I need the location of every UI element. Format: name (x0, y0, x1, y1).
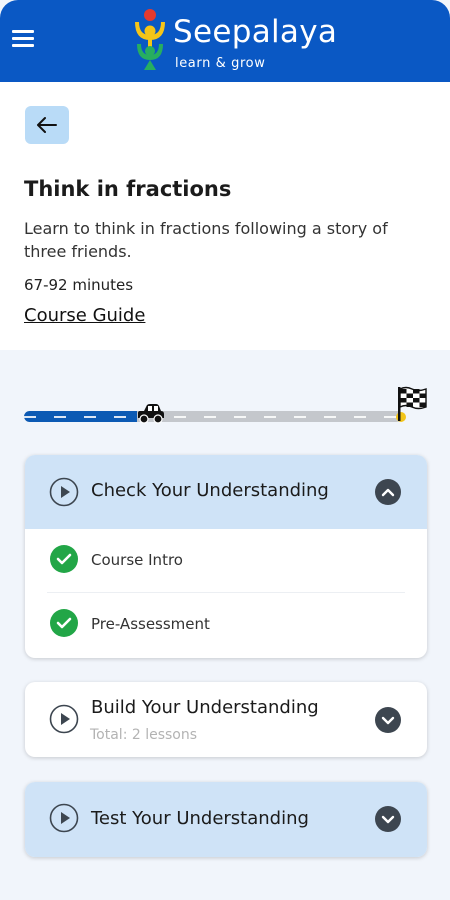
play-circle-icon (49, 704, 79, 734)
section-title: Build Your Understanding (91, 697, 319, 718)
checkered-flag-icon (398, 386, 427, 421)
back-button[interactable] (25, 106, 69, 144)
brand-tagline: learn & grow (175, 56, 266, 71)
section-card-test-understanding: Test Your Understanding (25, 782, 427, 857)
section-header-check-understanding[interactable]: Check Your Understanding (25, 455, 427, 529)
course-guide-link[interactable]: Course Guide (24, 305, 145, 326)
course-info-panel: Think in fractions Learn to think in fra… (0, 82, 450, 350)
check-circle-icon (50, 545, 78, 573)
road-dashes (24, 416, 402, 418)
section-card-check-understanding: Check Your Understanding Course Intro Pr… (25, 455, 427, 658)
logo-mark-icon (135, 9, 165, 70)
lesson-label: Pre-Assessment (91, 615, 210, 633)
play-circle-icon (49, 477, 79, 507)
lesson-label: Course Intro (91, 551, 183, 569)
course-description: Learn to think in fractions following a … (24, 219, 388, 261)
car-icon (138, 404, 164, 424)
section-header-build-understanding[interactable]: Build Your Understanding Total: 2 lesson… (25, 682, 427, 756)
course-title: Think in fractions (24, 177, 232, 201)
section-title: Check Your Understanding (91, 480, 329, 501)
brand-name: Seepalaya (173, 14, 338, 50)
section-lesson-count: Total: 2 lessons (90, 727, 198, 743)
chevron-down-icon[interactable] (375, 707, 401, 733)
lesson-item-course-intro[interactable]: Course Intro (47, 529, 405, 592)
hamburger-menu-icon[interactable] (12, 30, 36, 50)
chevron-up-icon[interactable] (375, 479, 401, 505)
arrow-left-icon (37, 117, 57, 133)
app-header: Seepalaya learn & grow (0, 0, 450, 82)
section-card-build-understanding: Build Your Understanding Total: 2 lesson… (25, 682, 427, 757)
brand-logo[interactable]: Seepalaya learn & grow (132, 6, 342, 72)
check-circle-icon (50, 609, 78, 637)
section-header-test-understanding[interactable]: Test Your Understanding (25, 782, 427, 857)
lesson-item-pre-assessment[interactable]: Pre-Assessment (47, 592, 405, 655)
play-circle-icon (49, 803, 79, 833)
course-duration: 67-92 minutes (24, 276, 134, 294)
course-progress-track (24, 385, 434, 430)
section-title: Test Your Understanding (91, 808, 309, 829)
chevron-down-icon[interactable] (375, 806, 401, 832)
